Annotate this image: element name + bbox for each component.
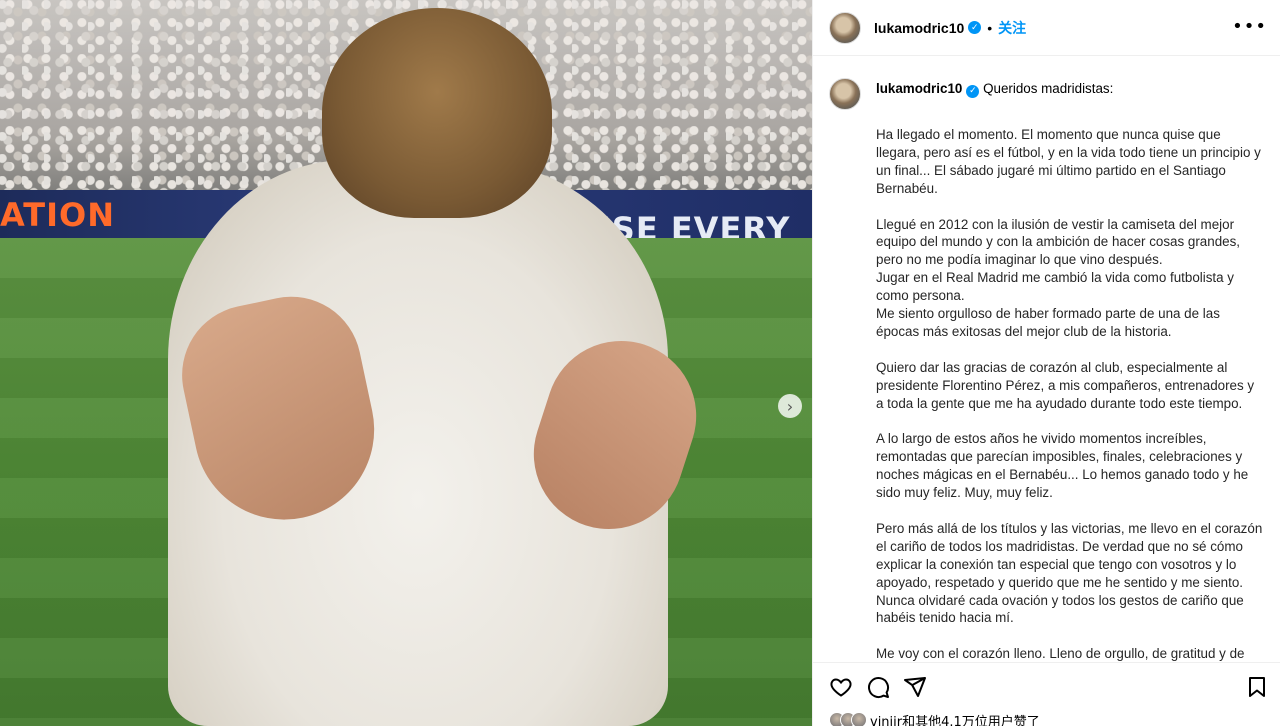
likes-summary[interactable]: vinjjr和其他4.1万位用户赞了 — [829, 711, 1040, 726]
header-username[interactable]: lukamodric10 — [874, 20, 964, 36]
caption-avatar[interactable] — [829, 78, 861, 110]
header-separator: • — [987, 19, 993, 36]
caption-scroll-area[interactable]: lukamodric10 ✓ Queridos madridistas: Ha l… — [813, 56, 1280, 662]
follow-button[interactable]: 关注 — [998, 18, 1026, 38]
heart-icon[interactable] — [829, 675, 853, 699]
verified-badge-icon: ✓ — [968, 21, 982, 34]
comment-icon[interactable] — [866, 675, 890, 699]
ad-board-text-left: ATION — [0, 196, 115, 234]
chevron-right-icon[interactable]: › — [778, 394, 802, 418]
post-header: lukamodric10 ✓ • 关注 ••• — [813, 0, 1280, 56]
liker-avatar — [851, 712, 867, 726]
action-bar — [813, 662, 1280, 710]
likes-count-text[interactable]: vinjjr和其他4.1万位用户赞了 — [870, 711, 1040, 726]
caption-header: lukamodric10 ✓ Queridos madridistas: — [829, 78, 1265, 110]
post-side-panel: lukamodric10 ✓ • 关注 ••• lukamodric10 ✓ Qu… — [812, 0, 1280, 726]
caption-text: Ha llegado el momento. El momento que nu… — [876, 127, 1263, 662]
more-options-icon[interactable]: ••• — [1232, 16, 1267, 37]
caption-username[interactable]: lukamodric10 — [876, 81, 962, 96]
bookmark-icon[interactable] — [1245, 675, 1269, 699]
caption-first-line: lukamodric10 ✓ Queridos madridistas: — [876, 78, 1113, 98]
send-icon[interactable] — [903, 675, 927, 699]
caption-greeting: Queridos madridistas: — [983, 81, 1114, 96]
post-photo[interactable]: ATION AUSE EVERY CH › — [0, 0, 812, 726]
avatar[interactable] — [829, 11, 861, 44]
caption-verified-badge-icon: ✓ — [966, 84, 980, 98]
player-head — [322, 8, 552, 218]
